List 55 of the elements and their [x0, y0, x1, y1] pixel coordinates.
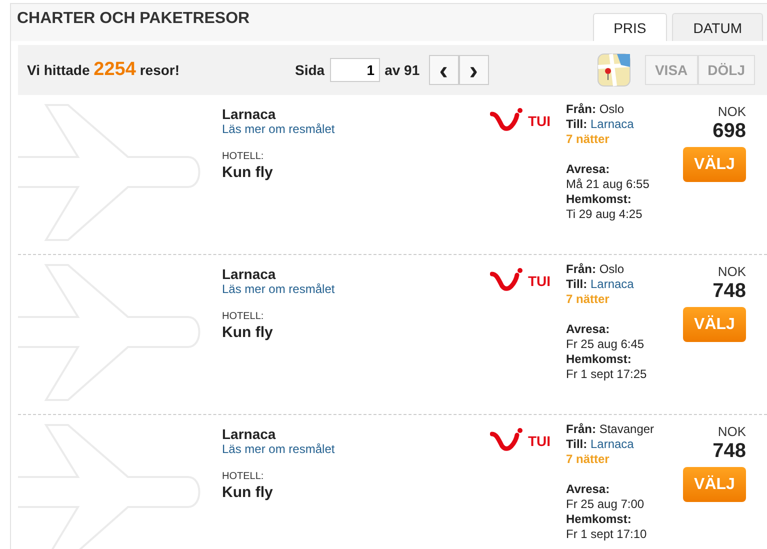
currency: NOK	[718, 424, 746, 439]
destination-link[interactable]: Läs mer om resmålet	[222, 282, 490, 296]
arrival-city: Till: Larnaca	[566, 277, 635, 292]
price: 748	[712, 280, 746, 303]
hotel-name: Kun fly	[222, 324, 274, 341]
return-label: Hemkomst:	[566, 352, 632, 367]
destination-name: Larnaca	[222, 106, 277, 122]
departure-time: Fr 25 aug 6:45	[566, 337, 646, 352]
destination-link[interactable]: Läs mer om resmålet	[222, 442, 490, 456]
destination-name: Larnaca	[222, 266, 277, 282]
return-time: Fr 1 sept 17:10	[566, 527, 648, 542]
operator-name: TUI	[528, 113, 551, 129]
hotel-label: HOTELL:	[222, 471, 265, 482]
departure-label: Avresa:	[566, 162, 611, 177]
sort-tab[interactable]: PRIS	[592, 13, 668, 41]
hotel-name: Kun fly	[222, 164, 274, 181]
nights-count: 7 nätter	[566, 292, 610, 307]
departure-label: Avresa:	[566, 322, 611, 337]
page-label: Sida	[295, 62, 325, 78]
destination-name: Larnaca	[222, 426, 277, 442]
results-count-text: Vi hittade 2254 resor!	[27, 59, 181, 81]
departure-city: Från: Oslo	[566, 102, 626, 117]
page-total: av 91	[384, 62, 420, 78]
return-time: Fr 1 sept 17:25	[566, 367, 648, 382]
hotel-name: Kun fly	[222, 484, 274, 501]
departure-label: Avresa:	[566, 482, 611, 497]
map-icon[interactable]	[596, 53, 631, 87]
sort-tab[interactable]: DATUM	[672, 13, 763, 41]
previous-page-button[interactable]: ‹	[428, 55, 459, 85]
price: 698	[712, 120, 746, 143]
departure-time: Må 21 aug 6:55	[566, 177, 650, 192]
price: 748	[712, 440, 746, 463]
return-label: Hemkomst:	[566, 192, 632, 207]
page-title: CHARTER OCH PAKETRESOR	[17, 9, 250, 28]
next-page-button[interactable]: ›	[458, 55, 489, 85]
arrival-city: Till: Larnaca	[566, 437, 635, 452]
smile-logo-icon	[490, 428, 524, 452]
operator-name: TUI	[528, 433, 551, 449]
departure-city: Från: Stavanger	[566, 422, 656, 437]
nights-count: 7 nätter	[566, 132, 610, 147]
operator-name: TUI	[528, 273, 551, 289]
return-label: Hemkomst:	[566, 512, 632, 527]
departure-time: Fr 25 aug 7:00	[566, 497, 646, 512]
smile-logo-icon	[490, 108, 524, 132]
arrival-city: Till: Larnaca	[566, 117, 635, 132]
nights-count: 7 nätter	[566, 452, 610, 467]
return-time: Ti 29 aug 4:25	[566, 207, 644, 222]
hotel-label: HOTELL:	[222, 311, 265, 322]
hotel-label: HOTELL:	[222, 151, 265, 162]
currency: NOK	[718, 264, 746, 279]
departure-city: Från: Oslo	[566, 262, 626, 277]
smile-logo-icon	[490, 268, 524, 292]
currency: NOK	[718, 104, 746, 119]
destination-link[interactable]: Läs mer om resmålet	[222, 122, 490, 136]
page-input[interactable]: 1	[330, 58, 380, 82]
